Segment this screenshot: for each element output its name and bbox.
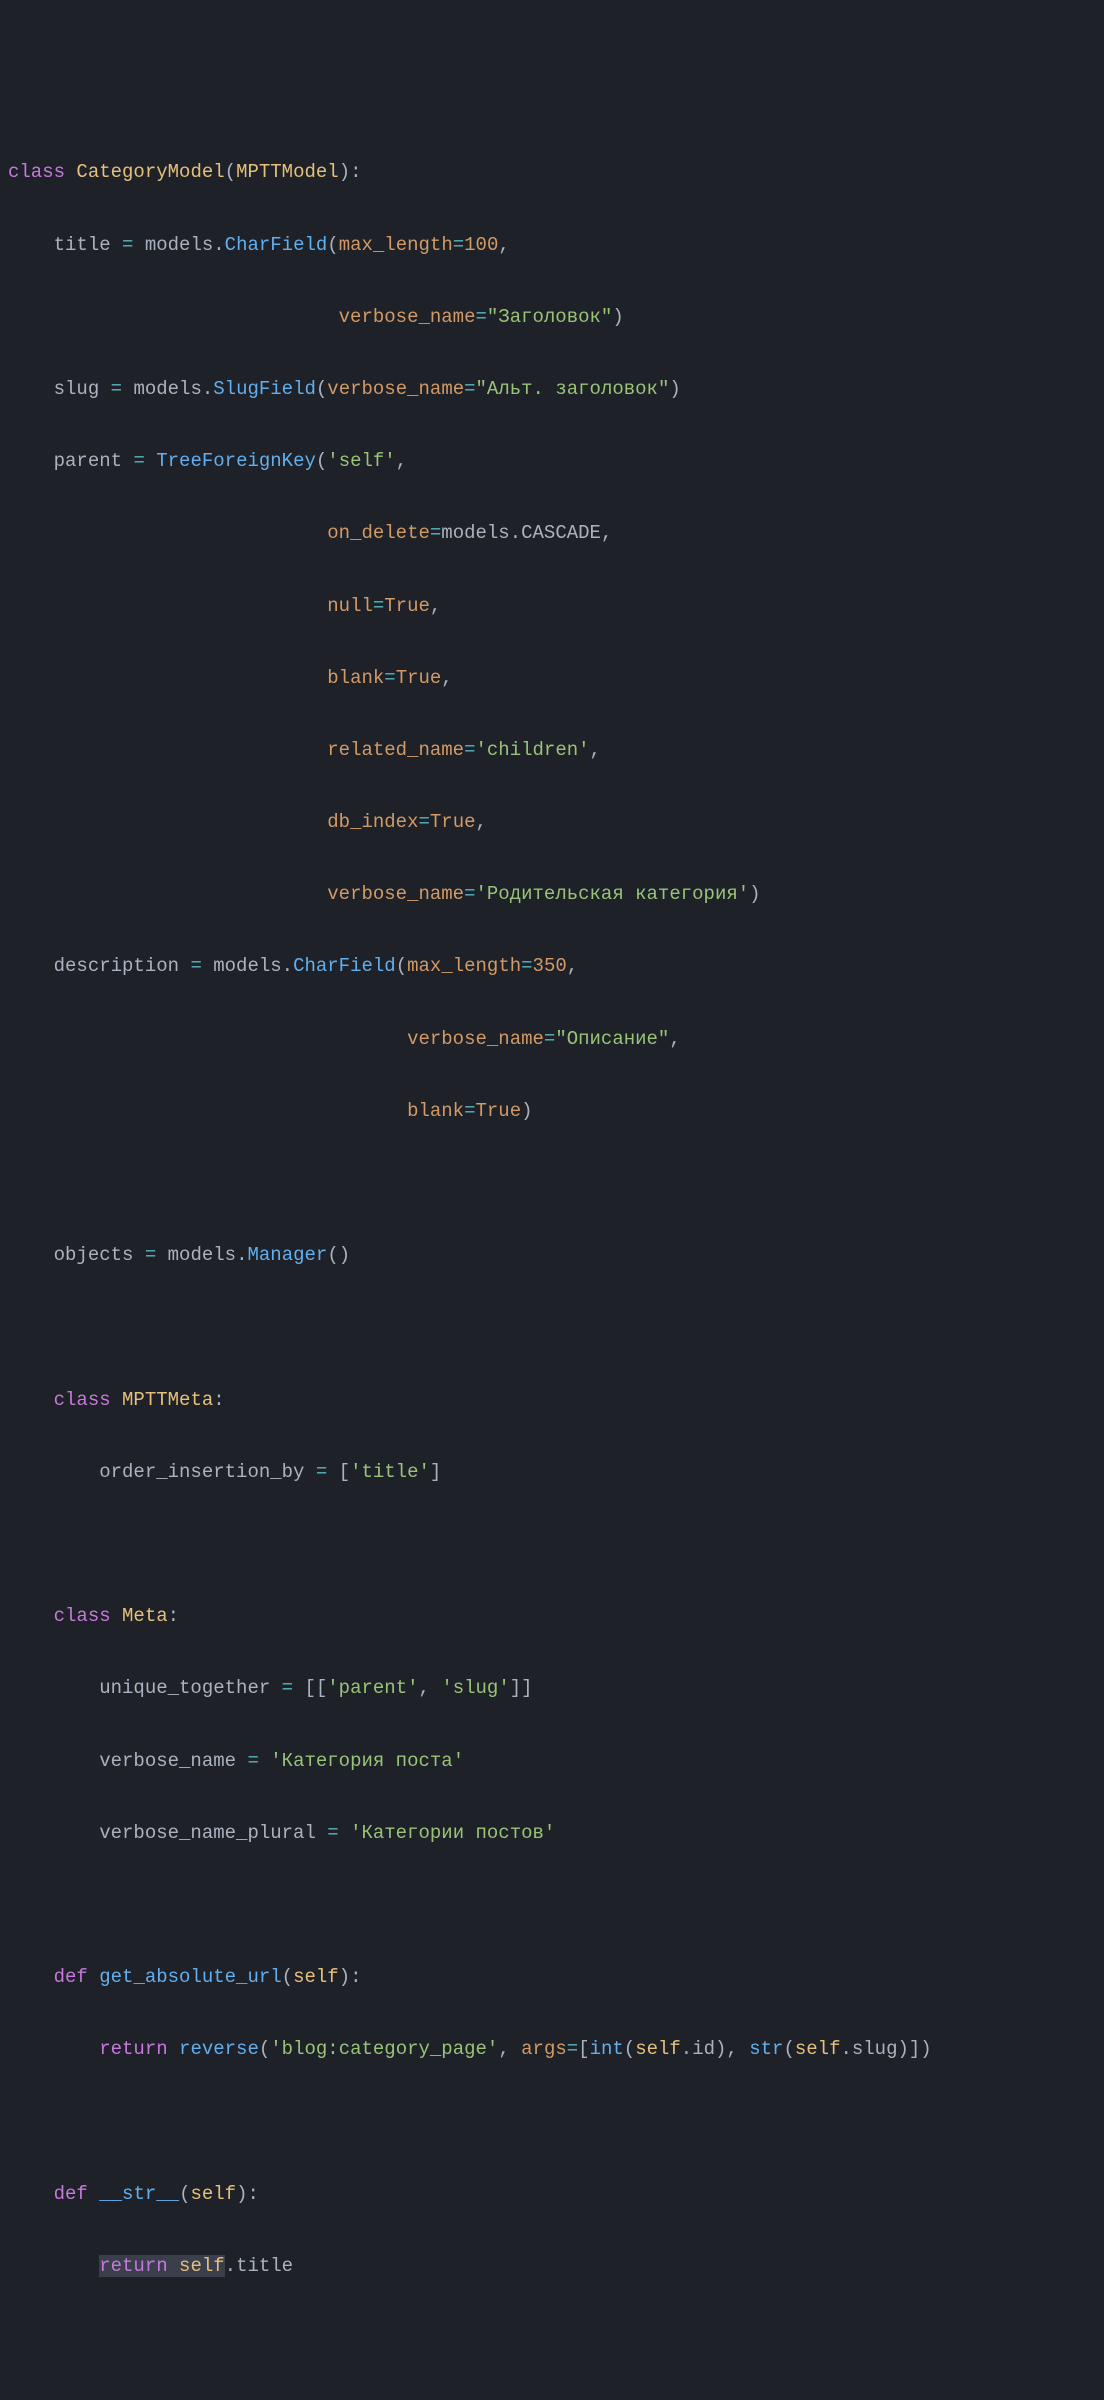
keyword-class: class	[54, 1389, 111, 1411]
kwarg: blank	[327, 667, 384, 689]
code-line: verbose_name="Заголовок")	[8, 299, 1096, 335]
code-line: verbose_name = 'Категория поста'	[8, 1743, 1096, 1779]
code-line: on_delete=models.CASCADE,	[8, 515, 1096, 551]
code-line	[8, 1526, 1096, 1562]
base-class: MPTTModel	[236, 161, 339, 183]
class-name: Meta	[122, 1605, 168, 1627]
code-line: blank=True,	[8, 660, 1096, 696]
kwarg: verbose_name	[339, 306, 476, 328]
kwarg: related_name	[327, 739, 464, 761]
fn-call: Manager	[247, 1244, 327, 1266]
code-line: verbose_name="Описание",	[8, 1021, 1096, 1057]
fn-call: TreeForeignKey	[156, 450, 316, 472]
class-name: CategoryModel	[76, 161, 224, 183]
code-line: db_index=True,	[8, 804, 1096, 840]
code-line	[8, 1165, 1096, 1201]
attr-name: unique_together	[99, 1677, 270, 1699]
attr-name: slug	[54, 378, 100, 400]
attr-name: objects	[54, 1244, 134, 1266]
code-line: null=True,	[8, 588, 1096, 624]
kwarg: args	[521, 2038, 567, 2060]
code-line: parent = TreeForeignKey('self',	[8, 443, 1096, 479]
kwarg: on_delete	[327, 522, 430, 544]
highlighted-selection: return self	[99, 2255, 224, 2277]
fn-call: SlugField	[213, 378, 316, 400]
code-line: verbose_name_plural = 'Категории постов'	[8, 1815, 1096, 1851]
method-name: __str__	[99, 2183, 179, 2205]
kwarg: blank	[407, 1100, 464, 1122]
code-line: class MPTTMeta:	[8, 1382, 1096, 1418]
kwarg: max_length	[407, 955, 521, 977]
kwarg: verbose_name	[407, 1028, 544, 1050]
code-line: return self.title	[8, 2248, 1096, 2284]
fn-call: CharField	[225, 234, 328, 256]
code-line: def get_absolute_url(self):	[8, 1959, 1096, 1995]
kwarg: verbose_name	[327, 883, 464, 905]
fn-call: reverse	[179, 2038, 259, 2060]
attr-name: order_insertion_by	[99, 1461, 304, 1483]
kwarg: db_index	[327, 811, 418, 833]
fn-call: CharField	[293, 955, 396, 977]
kwarg: verbose_name	[327, 378, 464, 400]
code-line: class Meta:	[8, 1598, 1096, 1634]
code-line: def __str__(self):	[8, 2176, 1096, 2212]
code-line: related_name='children',	[8, 732, 1096, 768]
code-line: class CategoryModel(MPTTModel):	[8, 154, 1096, 190]
keyword-def: def	[54, 2183, 88, 2205]
code-editor-view[interactable]: class CategoryModel(MPTTModel): title = …	[8, 154, 1096, 2320]
code-line: blank=True)	[8, 1093, 1096, 1129]
keyword-return: return	[99, 2255, 167, 2277]
kwarg: max_length	[339, 234, 453, 256]
keyword-def: def	[54, 1966, 88, 1988]
attr-name: parent	[54, 450, 122, 472]
code-line: verbose_name='Родительская категория')	[8, 876, 1096, 912]
code-line: title = models.CharField(max_length=100,	[8, 227, 1096, 263]
keyword-class: class	[54, 1605, 111, 1627]
code-line: objects = models.Manager()	[8, 1237, 1096, 1273]
code-line: unique_together = [['parent', 'slug']]	[8, 1670, 1096, 1706]
class-name: MPTTMeta	[122, 1389, 213, 1411]
code-line	[8, 1887, 1096, 1923]
keyword-class: class	[8, 161, 65, 183]
code-line: slug = models.SlugField(verbose_name="Ал…	[8, 371, 1096, 407]
method-name: get_absolute_url	[99, 1966, 281, 1988]
code-line: description = models.CharField(max_lengt…	[8, 948, 1096, 984]
attr-name: verbose_name	[99, 1750, 236, 1772]
keyword-return: return	[99, 2038, 167, 2060]
code-line: order_insertion_by = ['title']	[8, 1454, 1096, 1490]
attr-name: description	[54, 955, 179, 977]
code-line	[8, 1309, 1096, 1345]
attr-name: verbose_name_plural	[99, 1822, 316, 1844]
attr-name: title	[54, 234, 111, 256]
code-line: return reverse('blog:category_page', arg…	[8, 2031, 1096, 2067]
code-line	[8, 2103, 1096, 2139]
kwarg: null	[327, 595, 373, 617]
